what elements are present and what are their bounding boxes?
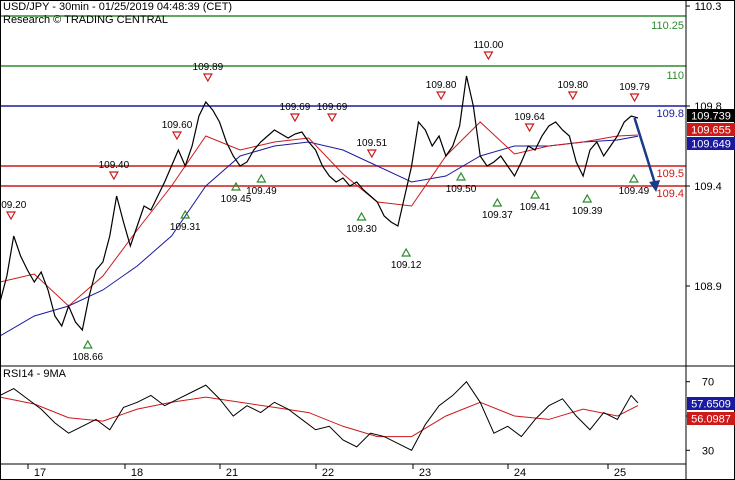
rsi-chart: [0, 380, 639, 451]
pivot-low-label-22: 109.49: [619, 186, 650, 197]
x-tick-label-3: 22: [322, 467, 334, 479]
pivot-high-label-2: 109.40: [99, 160, 130, 171]
pivot-high-marker-8: [289, 113, 301, 123]
pivot-high-marker-17: [524, 123, 535, 133]
pivot-high-marker-19: [567, 91, 578, 101]
pivot-high-marker-21: [629, 93, 640, 103]
pivot-low-marker-11: [356, 211, 367, 221]
y-tick-label-3: 108.9: [694, 281, 722, 293]
x-tick-label-2: 21: [226, 467, 238, 479]
price-chart: 110.25 110 109.8 109.5 109.4 109.20 108.66 109.…: [0, 15, 686, 363]
pivot-high-label-13: 109.80: [426, 80, 457, 91]
pivot-low-marker-12: [401, 247, 412, 257]
x-tick-label-1: 18: [131, 467, 143, 479]
chart-title: USD/JPY - 30min - 01/25/2019 04:48:39 (C…: [3, 1, 233, 13]
rsi-tag-label-1: 56.0987: [691, 414, 731, 426]
pivot-high-marker-5: [202, 73, 213, 83]
pivot-low-label-16: 109.37: [482, 210, 513, 221]
pivot-high-marker-3: [171, 131, 183, 141]
pivot-low-marker-16: [492, 197, 503, 207]
price-tag-label-2: 109.649: [691, 139, 731, 151]
rsi-y-tick-label-2: 30: [702, 445, 714, 457]
rsi-ma-line: [0, 396, 639, 438]
x-tick-label-4: 23: [419, 467, 431, 479]
ma-red-line: [0, 121, 639, 307]
pivot-high-label-10: 109.51: [357, 138, 388, 149]
level-label-1: 110: [666, 70, 684, 82]
pivot-low-label-1: 108.66: [73, 352, 104, 363]
pivot-low-marker-7: [256, 173, 267, 183]
level-label-3: 109.5: [656, 168, 684, 180]
pivot-low-marker-22: [628, 173, 639, 183]
pivot-low-label-18: 109.41: [520, 202, 551, 213]
pivot-high-label-19: 109.80: [558, 80, 589, 91]
pivot-high-marker-2: [108, 171, 119, 181]
axes: 110.3109.8109.4108.970503017182122232425…: [0, 0, 735, 480]
pivot-high-label-15: 110.00: [474, 40, 504, 51]
pivot-high-label-21: 109.79: [619, 82, 650, 93]
forecast-arrow-line: [633, 117, 657, 185]
pivot-high-label-9: 109.69: [317, 102, 348, 113]
pivot-low-label-11: 109.30: [346, 224, 377, 235]
x-tick-label-0: 17: [34, 467, 46, 479]
pivot-high-label-3: 109.60: [162, 120, 193, 131]
pivot-low-marker-1: [82, 339, 93, 349]
chart-credit: Research © TRADING CENTRAL: [3, 14, 168, 26]
rsi-tag-label-0: 57.6509: [691, 399, 731, 411]
rsi-y-tick-label-0: 70: [702, 377, 714, 389]
y-tick-label-0: 110.3: [695, 1, 722, 13]
level-label-0: 110.25: [651, 20, 684, 32]
pivot-high-label-0: 109.20: [0, 200, 27, 211]
pivot-low-marker-18: [530, 189, 541, 199]
pivot-high-marker-0: [5, 211, 17, 221]
pivot-high-marker-15: [483, 51, 494, 61]
pivot-high-label-5: 109.89: [193, 62, 224, 73]
rsi-line: [0, 380, 639, 451]
chart-canvas: 110.25 110 109.8 109.5 109.4 109.20 108.66 109.…: [0, 0, 735, 480]
price-tag-label-0: 109.739: [691, 111, 731, 123]
pivot-high-marker-9: [326, 113, 338, 123]
pivot-low-label-7: 109.49: [246, 186, 277, 197]
pivot-low-marker-20: [582, 193, 593, 203]
pivot-high-label-8: 109.69: [280, 102, 311, 113]
pivot-high-marker-13: [436, 91, 447, 101]
y-tick-label-2: 109.4: [694, 181, 722, 193]
x-tick-label-6: 25: [614, 467, 626, 479]
pivot-high-marker-10: [366, 149, 377, 159]
pivot-high-label-17: 109.64: [514, 112, 545, 123]
level-label-2: 109.8: [656, 108, 684, 120]
price-tag-label-1: 109.655: [691, 125, 731, 137]
level-label-4: 109.4: [656, 188, 684, 200]
rsi-title: RSI14 - 9MA: [3, 368, 66, 380]
pivot-low-label-4: 109.31: [170, 222, 201, 233]
pivot-low-marker-14: [455, 171, 467, 181]
pivot-low-label-12: 109.12: [391, 260, 422, 271]
x-tick-label-5: 24: [514, 467, 526, 479]
pivot-low-label-20: 109.39: [572, 206, 603, 217]
pivot-low-label-14: 109.50: [446, 184, 477, 195]
